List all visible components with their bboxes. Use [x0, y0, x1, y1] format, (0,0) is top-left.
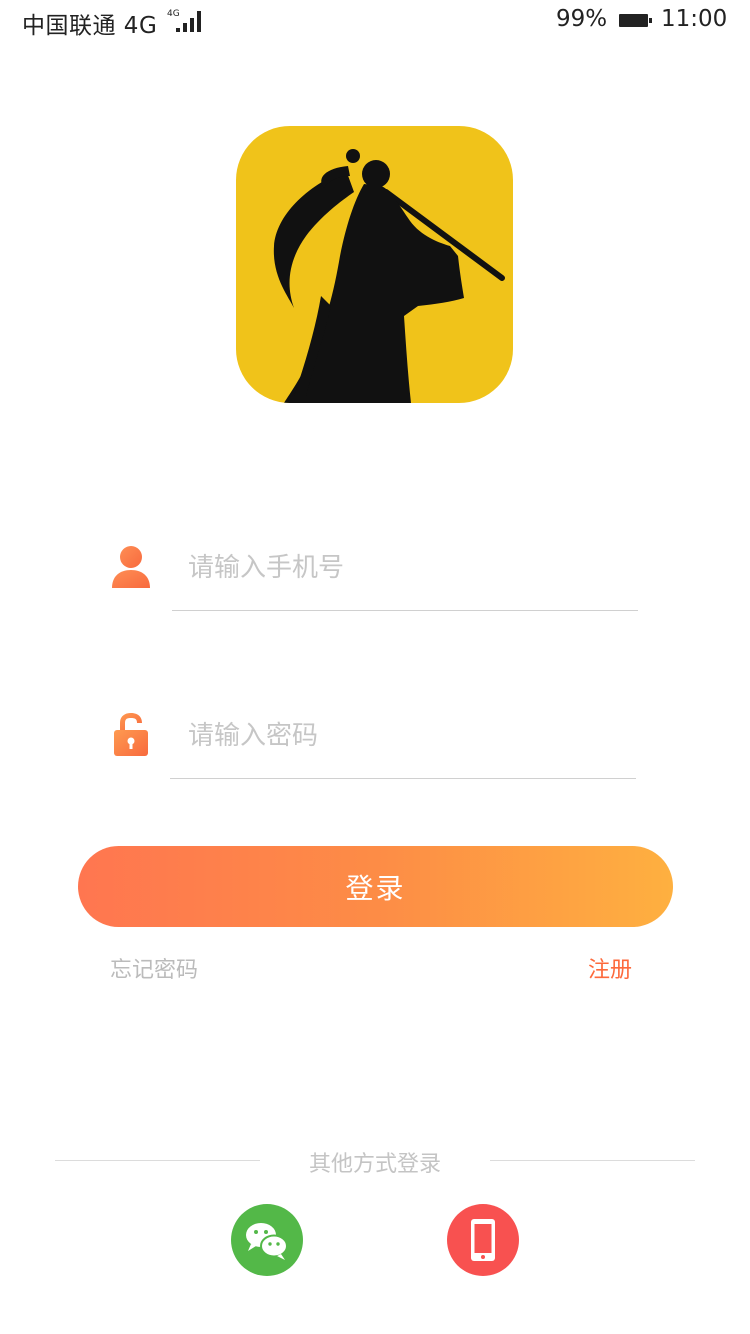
divider-right: [490, 1160, 695, 1161]
wechat-login-button[interactable]: [231, 1204, 303, 1276]
app-logo: [236, 126, 513, 403]
phone-field-underline: [172, 610, 638, 611]
swordsman-silhouette-logo: [273, 149, 505, 403]
phone-input[interactable]: [188, 538, 638, 598]
register-link[interactable]: 注册: [588, 952, 632, 984]
lock-icon: [114, 713, 148, 756]
password-field: [110, 706, 640, 796]
battery-icon: [619, 14, 652, 27]
signal-icon: [172, 10, 208, 32]
user-icon: [112, 546, 150, 588]
divider-left: [55, 1160, 260, 1161]
other-login-title: 其他方式登录: [308, 1152, 441, 1177]
wechat-icon: [246, 1223, 288, 1260]
phone-login-button[interactable]: [447, 1204, 519, 1276]
password-field-underline: [170, 778, 636, 779]
login-button[interactable]: 登录: [78, 846, 673, 927]
phone-icon: [471, 1219, 495, 1261]
forgot-password-link[interactable]: 忘记密码: [110, 952, 198, 984]
phone-field: [110, 538, 640, 628]
battery-percent: 99%: [556, 6, 608, 32]
password-input[interactable]: [188, 706, 638, 766]
carrier-label: 中国联通 4G: [22, 13, 158, 39]
clock: 11:00: [661, 6, 728, 32]
status-bar: 中国联通 4G 4G 99% 11:00: [0, 0, 750, 42]
